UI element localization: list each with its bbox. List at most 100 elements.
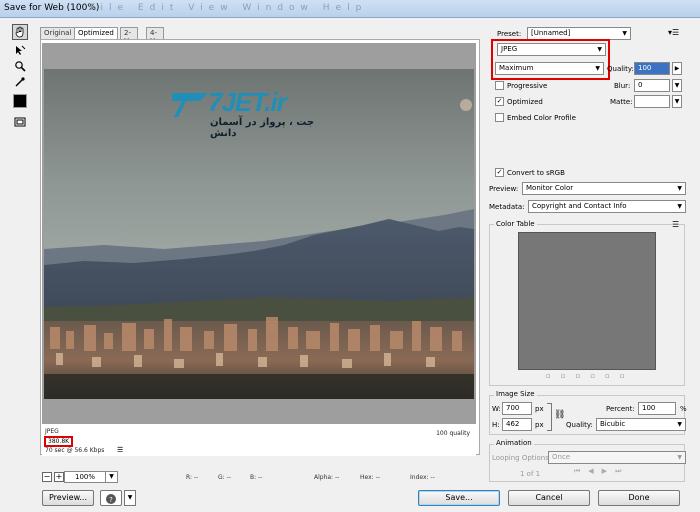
height-unit: px [535, 421, 544, 429]
file-format-select[interactable]: JPEG ▼ [497, 43, 606, 56]
status-bar: − + 100% ▼ R: -- G: -- B: -- Alpha: -- H… [0, 466, 486, 486]
download-time-menu-icon[interactable]: ☰ [117, 446, 123, 454]
metadata-select[interactable]: Copyright and Contact Info ▼ [528, 200, 686, 213]
frame-counter: 1 of 1 [520, 470, 541, 478]
convert-srgb-checkbox-box: ✓ [495, 168, 504, 177]
embed-color-profile-checkbox[interactable]: Embed Color Profile [495, 113, 576, 122]
percent-unit: % [680, 405, 687, 413]
percent-label: Percent: [606, 405, 635, 413]
width-label: W: [492, 405, 501, 413]
blur-stepper[interactable]: ▼ [672, 79, 682, 92]
cancel-button[interactable]: Cancel [508, 490, 590, 506]
width-input[interactable]: 700 [502, 402, 532, 415]
preset-label: Preset: [497, 30, 522, 38]
metadata-value: Copyright and Contact Info [532, 202, 627, 210]
constrain-bracket [547, 403, 552, 431]
progressive-label: Progressive [507, 81, 548, 90]
readout-alpha: Alpha: -- [314, 474, 340, 481]
eyedropper-color-swatch[interactable] [13, 94, 27, 108]
logo-tagline: جت ، پرواز در آسمان دانش [210, 117, 315, 139]
animation-playback-controls[interactable]: ⏮◀▶⏭ [574, 467, 680, 478]
matte-color-box[interactable] [634, 95, 670, 108]
file-format-value: JPEG [501, 45, 518, 53]
resample-quality-value: Bicubic [600, 420, 626, 428]
height-label: H: [492, 421, 500, 429]
preview-in-browser-button[interactable]: Preview... [42, 490, 94, 506]
width-unit: px [535, 405, 544, 413]
slice-select-tool[interactable] [12, 42, 28, 58]
color-table-swatches [518, 232, 656, 370]
eyedropper-tool[interactable] [12, 74, 28, 90]
browser-dropdown-arrow[interactable]: ▼ [124, 490, 136, 506]
preview-mode-select[interactable]: Monitor Color ▼ [522, 182, 686, 195]
preview-mode-value: Monitor Color [526, 184, 574, 192]
done-button[interactable]: Done [598, 490, 680, 506]
jet-ir-logo: 7JET.ir جت ، پرواز در آسمان دانش [172, 83, 342, 139]
zoom-out-button[interactable]: − [42, 472, 52, 482]
save-button[interactable]: Save... [418, 490, 500, 506]
color-table-menu-icon[interactable]: ☰ [672, 220, 680, 229]
info-quality: 100 quality [436, 430, 470, 437]
chevron-down-icon: ▼ [677, 421, 682, 428]
embed-color-profile-label: Embed Color Profile [507, 113, 576, 122]
optimization-info: JPEG 380.8K 70 sec @ 56.6 Kbps ☰ 100 qua… [42, 426, 476, 456]
image-size-title: Image Size [494, 390, 537, 398]
metadata-label: Metadata: [489, 203, 525, 211]
quality-input[interactable]: 100 [634, 62, 670, 75]
info-format: JPEG [45, 428, 59, 435]
blur-input[interactable]: 0 [634, 79, 670, 92]
readout-g: G: -- [218, 474, 231, 481]
chevron-down-icon: ▼ [677, 454, 682, 461]
zoom-level-value: 100% [75, 473, 96, 481]
optimized-checkbox-box: ✓ [495, 97, 504, 106]
tab-2-up[interactable]: 2-Up [120, 27, 138, 45]
resample-quality-label: Quality: [566, 421, 593, 429]
chevron-down-icon: ▼ [105, 472, 117, 482]
quality-slider-toggle[interactable]: ▶ [672, 62, 682, 75]
zoom-in-button[interactable]: + [54, 472, 64, 482]
chevron-down-icon: ▼ [677, 185, 682, 192]
browser-select-button[interactable]: ? [100, 490, 122, 506]
embed-color-profile-checkbox-box [495, 113, 504, 122]
hand-tool[interactable] [12, 24, 28, 40]
looping-options-label: Looping Options: [492, 454, 552, 462]
convert-srgb-checkbox[interactable]: ✓ Convert to sRGB [495, 168, 565, 177]
tab-4-up[interactable]: 4-Up [146, 27, 164, 45]
color-table-tool-icons[interactable]: ▫▫▫▫▫▫ [546, 372, 656, 382]
chain-link-icon[interactable]: ⛓ [554, 410, 565, 420]
percent-input[interactable]: 100 [638, 402, 676, 415]
optimize-menu-icon[interactable]: ▾☰ [668, 28, 679, 37]
chevron-down-icon: ▼ [597, 46, 602, 53]
slices-visibility-icon [14, 117, 26, 127]
optimized-image-preview[interactable]: 7JET.ir جت ، پرواز در آسمان دانش [44, 69, 474, 399]
readout-hex: Hex: -- [360, 474, 380, 481]
tab-original[interactable]: Original [40, 27, 76, 39]
preset-value: [Unnamed] [531, 29, 571, 37]
zoom-level-select[interactable]: 100% ▼ [64, 471, 118, 483]
convert-srgb-label: Convert to sRGB [507, 168, 565, 177]
tab-optimized[interactable]: Optimized [74, 27, 118, 39]
eyedropper-icon [15, 77, 25, 87]
resample-quality-select[interactable]: Bicubic ▼ [596, 418, 686, 431]
zoom-tool[interactable] [12, 58, 28, 74]
looping-options-select[interactable]: Once ▼ [548, 451, 686, 464]
progressive-checkbox[interactable]: Progressive [495, 81, 547, 90]
matte-dropdown[interactable]: ▼ [672, 95, 682, 108]
height-input[interactable]: 462 [502, 418, 532, 431]
logo-arrow-icon [172, 93, 208, 117]
chevron-down-icon: ▼ [677, 203, 682, 210]
matte-label: Matte: [610, 98, 633, 106]
svg-text:?: ? [109, 496, 113, 504]
quality-label: Quality: [607, 65, 634, 73]
toggle-slices-visibility[interactable] [12, 114, 28, 130]
window-title: Save for Web (100%) [4, 3, 100, 13]
hand-icon [15, 26, 24, 38]
optimized-checkbox[interactable]: ✓ Optimized [495, 97, 543, 106]
progressive-checkbox-box [495, 81, 504, 90]
menu-ghost: File Edit View Window Help [90, 3, 368, 13]
readout-index: Index: -- [410, 474, 435, 481]
compression-quality-select[interactable]: Maximum ▼ [495, 62, 604, 75]
slice-select-icon [16, 45, 26, 55]
readout-b: B: -- [250, 474, 263, 481]
readout-r: R: -- [186, 474, 199, 481]
